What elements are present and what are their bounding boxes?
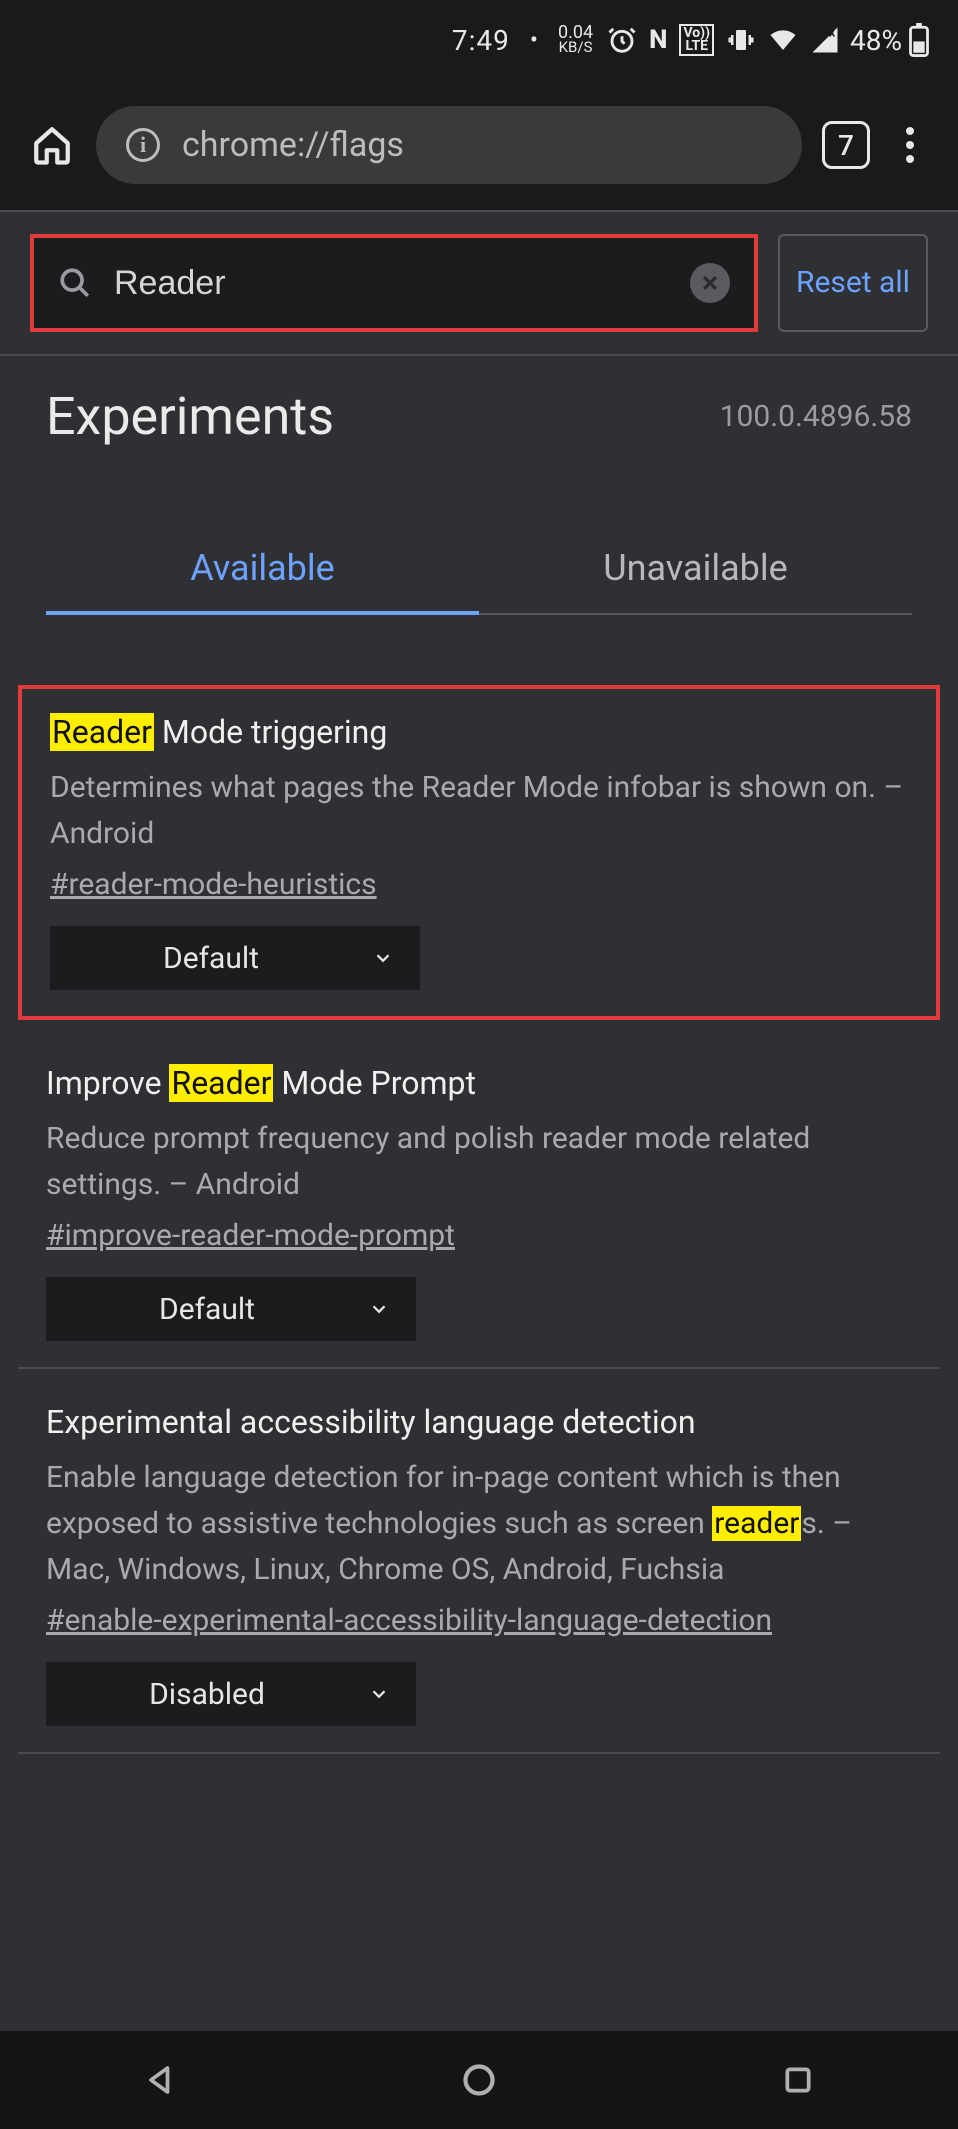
flag-select[interactable]: Disabled: [46, 1662, 416, 1726]
status-separator-dot: •: [524, 26, 544, 54]
search-row: Reset all: [0, 212, 958, 356]
experiment-tabs: Available Unavailable: [46, 547, 912, 615]
flag-anchor-link[interactable]: #reader-mode-heuristics: [50, 867, 377, 902]
wifi-icon: [768, 25, 798, 55]
vibrate-icon: [726, 25, 756, 55]
status-battery: 48%: [850, 23, 930, 57]
reset-all-button[interactable]: Reset all: [778, 234, 928, 332]
status-icon-group: N Vo))LTE x: [607, 24, 840, 56]
tab-available[interactable]: Available: [46, 547, 479, 615]
flag-anchor-link[interactable]: #enable-experimental-accessibility-langu…: [46, 1603, 772, 1638]
alarm-icon: [607, 25, 637, 55]
nav-home-button[interactable]: [457, 2058, 501, 2102]
flag-select-value: Disabled: [46, 1677, 368, 1712]
home-button[interactable]: [28, 121, 76, 169]
chevron-down-icon: [372, 947, 394, 969]
flag-reader-mode-heuristics: Reader Mode triggering Determines what p…: [18, 685, 940, 1020]
clear-search-button[interactable]: [690, 263, 730, 303]
flag-description: Determines what pages the Reader Mode in…: [50, 765, 908, 857]
status-network-speed: 0.04 KB/S: [558, 25, 593, 55]
flags-page: Reset all Experiments 100.0.4896.58 Avai…: [0, 210, 958, 2029]
overflow-menu-button[interactable]: [890, 127, 930, 163]
triangle-back-icon: [142, 2062, 178, 2098]
cellular-signal-icon: x: [810, 25, 840, 55]
home-icon: [31, 124, 73, 166]
kebab-dot-icon: [906, 141, 914, 149]
flag-select-value: Default: [50, 941, 372, 976]
nav-recents-button[interactable]: [776, 2058, 820, 2102]
page-heading-row: Experiments 100.0.4896.58: [0, 356, 958, 457]
battery-icon: [908, 23, 930, 57]
highlight: reader: [712, 1506, 801, 1541]
flag-title: Reader Mode triggering: [50, 713, 908, 751]
android-nav-bar: [0, 2029, 958, 2129]
page-info-icon[interactable]: i: [126, 128, 160, 162]
flag-title: Improve Reader Mode Prompt: [46, 1064, 912, 1102]
flag-improve-reader-mode-prompt: Improve Reader Mode Prompt Reduce prompt…: [18, 1040, 940, 1369]
square-recents-icon: [782, 2064, 814, 2096]
nav-back-button[interactable]: [138, 2058, 182, 2102]
highlight: Reader: [169, 1064, 273, 1102]
nfc-icon: N: [649, 25, 667, 55]
status-time: 7:49: [452, 24, 510, 57]
flags-list: Reader Mode triggering Determines what p…: [0, 615, 958, 1764]
kebab-dot-icon: [906, 155, 914, 163]
flag-select[interactable]: Default: [50, 926, 420, 990]
tab-unavailable[interactable]: Unavailable: [479, 547, 912, 615]
flag-accessibility-language-detection: Experimental accessibility language dete…: [18, 1379, 940, 1754]
flag-anchor-link[interactable]: #improve-reader-mode-prompt: [46, 1218, 455, 1253]
volte-icon: Vo))LTE: [679, 24, 714, 56]
flag-description: Enable language detection for in-page co…: [46, 1455, 912, 1593]
flags-search-input[interactable]: [114, 264, 668, 303]
flag-title: Experimental accessibility language dete…: [46, 1403, 912, 1441]
page-title: Experiments: [46, 386, 334, 447]
chrome-toolbar: i chrome://flags 7: [0, 80, 958, 210]
status-left-group: 7:49 • 0.04 KB/S: [452, 24, 593, 57]
kebab-dot-icon: [906, 127, 914, 135]
android-status-bar: 7:49 • 0.04 KB/S N Vo))LTE x 48%: [0, 0, 958, 80]
search-highlight-frame: [30, 234, 758, 332]
circle-home-icon: [461, 2062, 497, 2098]
tab-count-value: 7: [838, 129, 854, 162]
flag-select[interactable]: Default: [46, 1277, 416, 1341]
chevron-down-icon: [368, 1298, 390, 1320]
search-icon: [58, 266, 92, 300]
omnibox[interactable]: i chrome://flags: [96, 106, 802, 184]
url-text: chrome://flags: [182, 125, 404, 165]
chrome-version: 100.0.4896.58: [720, 399, 912, 434]
svg-text:x: x: [829, 25, 836, 40]
flag-description: Reduce prompt frequency and polish reade…: [46, 1116, 912, 1208]
flag-select-value: Default: [46, 1292, 368, 1327]
flags-search-box[interactable]: [34, 238, 754, 328]
chevron-down-icon: [368, 1683, 390, 1705]
close-icon: [700, 273, 720, 293]
tab-switcher-button[interactable]: 7: [822, 121, 870, 169]
highlight: Reader: [50, 713, 154, 751]
